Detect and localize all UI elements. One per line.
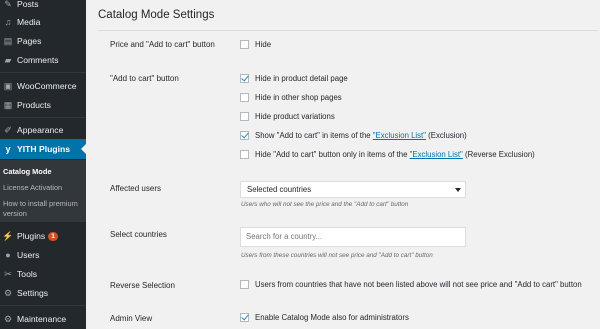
- cart-opt5-post: (Reverse Exclusion): [462, 150, 535, 159]
- title-divider: [98, 30, 598, 31]
- menu-separator: [0, 305, 86, 306]
- sidebar-item-tools[interactable]: ✂ Tools: [0, 264, 86, 284]
- sidebar-item-label: Settings: [17, 288, 49, 298]
- sidebar-item-products[interactable]: ▦ Products: [0, 95, 86, 115]
- submenu-item-catalog-mode[interactable]: Catalog Mode: [3, 167, 85, 177]
- appearance-icon: ✐: [4, 124, 12, 135]
- sidebar-item-label: Comments: [17, 55, 59, 65]
- affected-users-description: Users who will not see the price and the…: [241, 201, 409, 208]
- reverse-selection-checkbox[interactable]: [240, 280, 249, 289]
- reverse-selection-text: Users from countries that have not been …: [255, 280, 582, 289]
- menu-separator: [0, 117, 86, 118]
- reverse-selection-label: Reverse Selection: [110, 281, 175, 290]
- users-icon: ●: [5, 250, 11, 260]
- admin-sidebar: ✎ Posts ♫ Media ▤ Pages ▰ Comments ▣ Woo…: [0, 0, 86, 329]
- cart-opt5-pre: Hide "Add to cart" button only in items …: [255, 150, 410, 159]
- submenu-item-license-activation[interactable]: License Activation: [3, 183, 85, 193]
- cart-opt4-pre: Show "Add to cart" in items of the: [255, 131, 373, 140]
- sidebar-item-media[interactable]: ♫ Media: [0, 12, 86, 32]
- sidebar-item-label: Plugins 1: [17, 231, 58, 241]
- settings-icon: ⚙: [3, 287, 13, 298]
- products-icon: ▦: [3, 99, 13, 110]
- affected-users-label: Affected users: [110, 184, 161, 193]
- country-search-input[interactable]: Search for a country...: [240, 227, 466, 247]
- price-row-label: Price and "Add to cart" button: [110, 40, 215, 49]
- select-countries-label: Select countries: [110, 230, 167, 239]
- cart-opt2-checkbox[interactable]: [240, 93, 249, 102]
- sidebar-item-label-text: Plugins: [17, 231, 46, 241]
- media-icon: ♫: [4, 17, 12, 27]
- sidebar-item-label: Products: [17, 100, 51, 110]
- price-hide-label: Hide: [255, 40, 272, 49]
- cart-opt5-label: Hide "Add to cart" button only in items …: [255, 150, 535, 159]
- sidebar-item-label: Tools: [17, 269, 38, 279]
- sidebar-item-appearance[interactable]: ✐ Appearance: [0, 120, 86, 140]
- sidebar-item-label: Appearance: [17, 125, 64, 135]
- sidebar-item-label: Users: [17, 250, 40, 260]
- cart-opt2-label: Hide in other shop pages: [255, 93, 342, 102]
- affected-users-select[interactable]: Selected countries: [240, 181, 466, 198]
- cart-opt3-checkbox[interactable]: [240, 112, 249, 121]
- cart-opt1-label: Hide in product detail page: [255, 74, 348, 83]
- cart-opt3-label: Hide product variations: [255, 112, 335, 121]
- comments-icon: ▰: [4, 54, 12, 65]
- admin-view-text: Enable Catalog Mode also for administrat…: [255, 313, 409, 322]
- admin-view-label: Admin View: [110, 314, 153, 323]
- sidebar-item-pages[interactable]: ▤ Pages: [0, 31, 86, 51]
- affected-users-value: Selected countries: [247, 185, 312, 194]
- tools-icon: ✂: [4, 268, 12, 279]
- cart-opt1-checkbox[interactable]: [240, 74, 249, 83]
- price-hide-checkbox[interactable]: [240, 40, 249, 49]
- sidebar-item-comments[interactable]: ▰ Comments: [0, 50, 86, 70]
- sidebar-item-label: Maintenance: [17, 314, 67, 324]
- cart-opt4-label: Show "Add to cart" in items of the "Excl…: [255, 131, 467, 140]
- sidebar-item-maintenance[interactable]: ⚙ Maintenance: [0, 309, 86, 329]
- sidebar-item-label: Pages: [17, 36, 42, 46]
- update-count-badge: 1: [48, 232, 58, 241]
- select-countries-description: Users from these countries will not see …: [241, 252, 433, 259]
- cart-opt4-checkbox[interactable]: [240, 131, 249, 140]
- sidebar-item-woocommerce[interactable]: ▣ WooCommerce: [0, 76, 86, 96]
- cart-row-label: "Add to cart" button: [110, 74, 179, 83]
- sidebar-item-plugins[interactable]: ⚡ Plugins 1: [0, 226, 86, 246]
- pin-icon: ✎: [4, 0, 12, 9]
- sidebar-item-yith-plugins[interactable]: y YITH Plugins: [0, 139, 86, 159]
- sidebar-item-settings[interactable]: ⚙ Settings: [0, 283, 86, 303]
- sidebar-item-label: Media: [17, 17, 41, 27]
- exclusion-list-link[interactable]: "Exclusion List": [410, 150, 463, 159]
- menu-separator: [0, 72, 86, 73]
- plugins-icon: ⚡: [2, 230, 14, 241]
- caret-down-icon: [455, 188, 461, 192]
- yith-submenu: Catalog Mode License Activation How to i…: [0, 160, 86, 222]
- admin-view-checkbox[interactable]: [240, 313, 249, 322]
- page-title: Catalog Mode Settings: [98, 9, 215, 21]
- sidebar-item-label: YITH Plugins: [17, 144, 70, 154]
- cart-opt4-post: (Exclusion): [426, 131, 467, 140]
- woocommerce-icon: ▣: [3, 80, 13, 91]
- exclusion-list-link[interactable]: "Exclusion List": [373, 131, 426, 140]
- pages-icon: ▤: [3, 35, 13, 46]
- sidebar-item-label: Posts: [17, 0, 39, 9]
- cart-opt5-checkbox[interactable]: [240, 150, 249, 159]
- sidebar-item-users[interactable]: ● Users: [0, 245, 86, 265]
- submenu-item-how-to-install[interactable]: How to install premium version: [3, 199, 85, 219]
- sidebar-item-label: WooCommerce: [17, 81, 77, 91]
- yith-icon: y: [5, 144, 11, 154]
- maintenance-icon: ⚙: [3, 313, 13, 324]
